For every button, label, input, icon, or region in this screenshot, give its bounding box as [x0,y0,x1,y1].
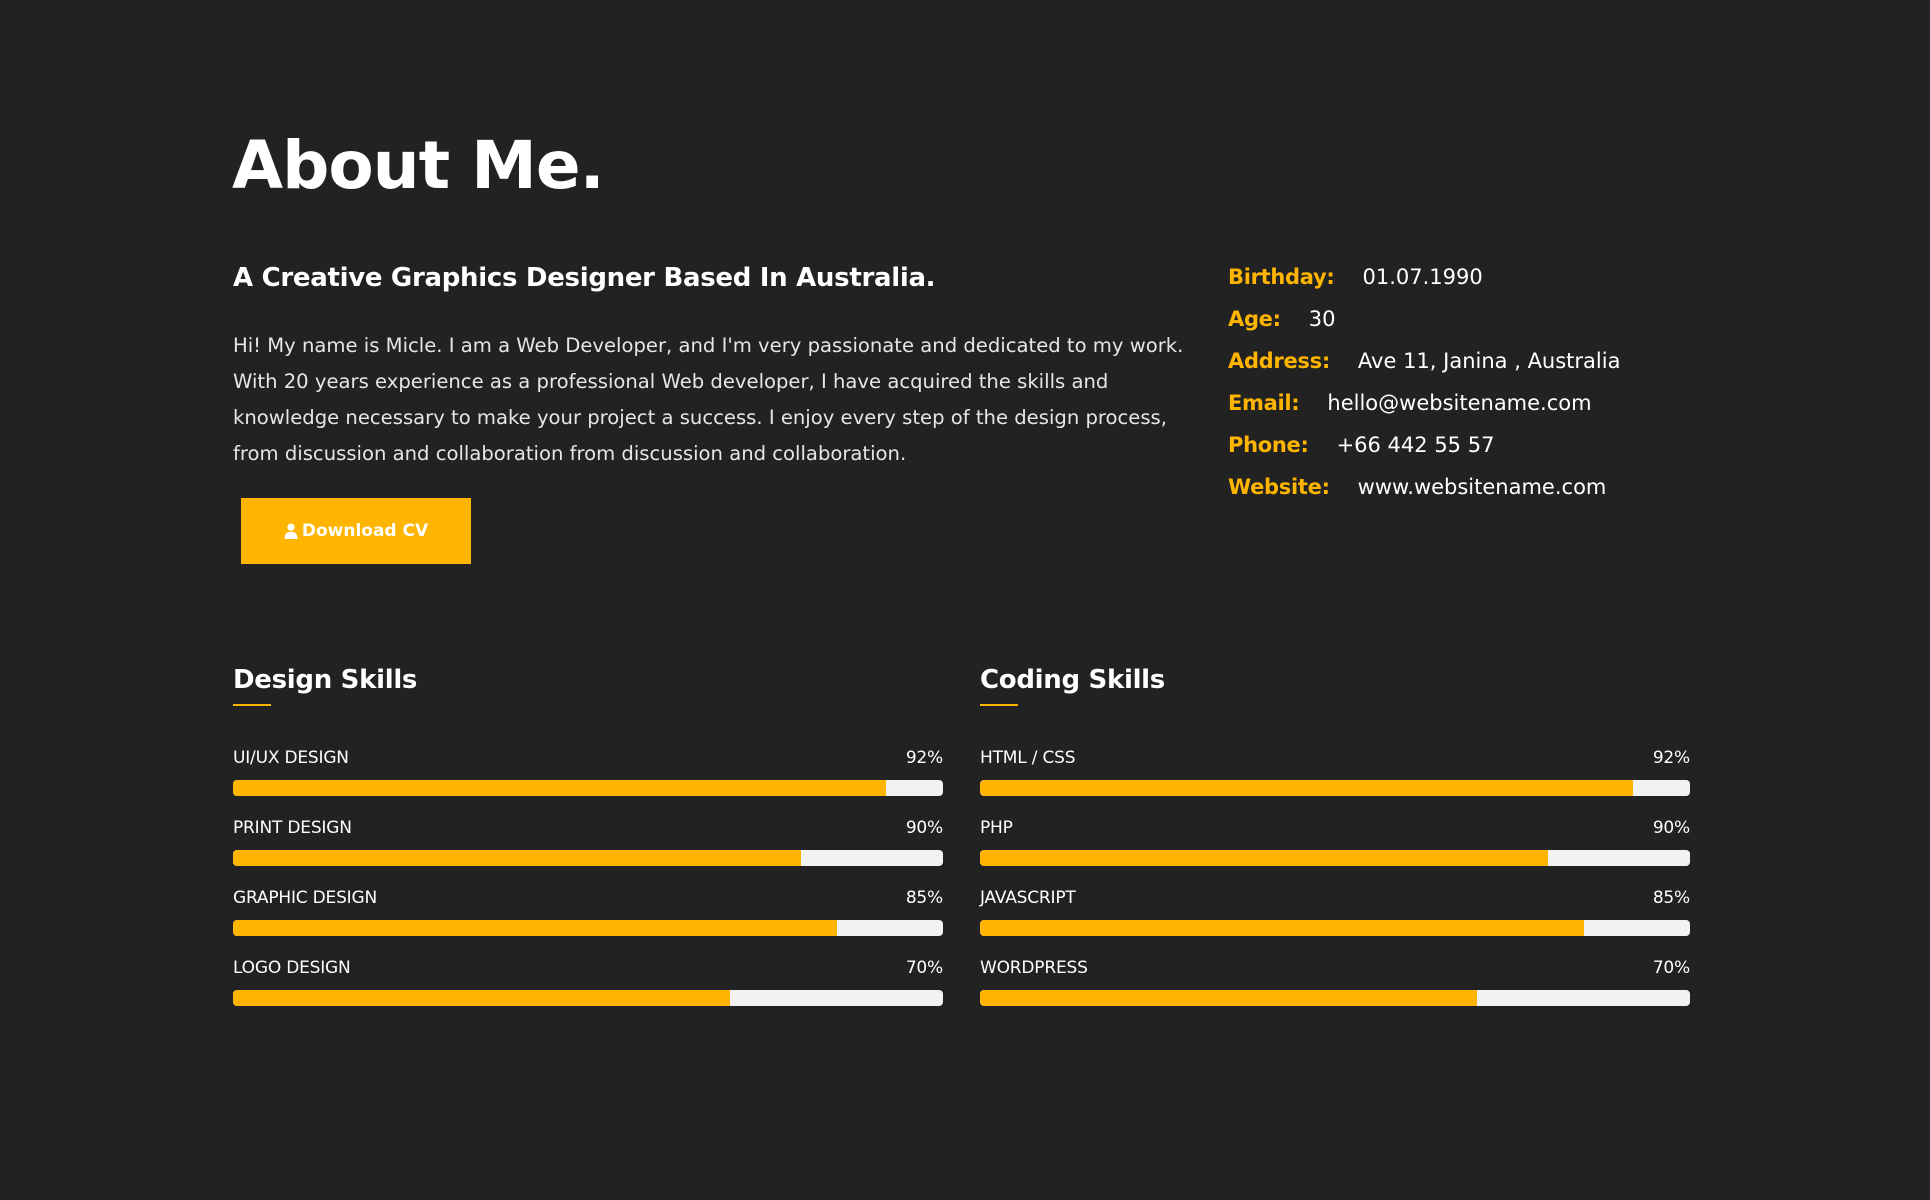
info-value: Ave 11, Janina , Australia [1357,349,1621,373]
info-label: Birthday: [1228,265,1335,289]
skill-progress-fill [233,990,730,1006]
skill-percent: 92% [905,748,943,768]
skill-percent: 70% [905,958,943,978]
design-skill-list: UI/UX DESIGN 92% PRINT DESIGN 90% GRAPHI… [233,746,943,1026]
skill-item: WORDPRESS 70% [980,956,1690,1026]
page-title: About Me. [232,127,605,204]
info-value: 01.07.1990 [1362,265,1483,289]
skill-progress-track [980,920,1690,936]
skill-progress-fill [980,920,1584,936]
skill-progress-track [233,990,943,1006]
skill-percent: 85% [1652,888,1690,908]
skill-item: UI/UX DESIGN 92% [233,746,943,816]
intro-text: Hi! My name is Micle. I am a Web Develop… [233,334,1184,465]
skill-item: JAVASCRIPT 85% [980,886,1690,956]
info-label: Website: [1228,475,1330,499]
intro-section: A Creative Graphics Designer Based In Au… [233,258,1193,472]
skill-progress-track [980,990,1690,1006]
user-icon [284,523,298,539]
skill-item: LOGO DESIGN 70% [233,956,943,1026]
download-cv-label: Download CV [301,521,429,541]
skill-progress-fill [980,780,1634,796]
skill-percent: 70% [1652,958,1690,978]
download-cv-button[interactable]: Download CV [241,498,471,564]
skill-progress-fill [233,780,887,796]
info-label: Age: [1228,307,1281,331]
info-value: www.websitename.com [1357,475,1607,499]
coding-skill-list: HTML / CSS 92% PHP 90% JAVASCRIPT 85% WO… [980,746,1690,1026]
skill-name: GRAPHIC DESIGN [233,888,377,908]
intro-heading: A Creative Graphics Designer Based In Au… [233,263,936,293]
info-row-address: Address: Ave 11, Janina , Australia [1228,340,1788,382]
title-underline [233,704,271,706]
info-row-website: Website: www.websitename.com [1228,466,1788,508]
info-label: Address: [1228,349,1330,373]
design-skills-section: Design Skills UI/UX DESIGN 92% PRINT DES… [233,660,943,1026]
info-value: 30 [1308,307,1336,331]
skill-name: HTML / CSS [980,748,1076,768]
skill-percent: 90% [905,818,943,838]
info-row-phone: Phone: +66 442 55 57 [1228,424,1788,466]
skill-percent: 90% [1652,818,1690,838]
coding-skills-title: Coding Skills [980,665,1165,695]
skill-progress-track [233,920,943,936]
skill-item: PHP 90% [980,816,1690,886]
info-label: Phone: [1228,433,1309,457]
skill-progress-track [233,850,943,866]
skill-progress-fill [980,850,1548,866]
skill-item: GRAPHIC DESIGN 85% [233,886,943,956]
skill-percent: 85% [905,888,943,908]
title-underline [980,704,1018,706]
skill-progress-fill [233,850,801,866]
skill-name: JAVASCRIPT [980,888,1076,908]
info-value: hello@websitename.com [1327,391,1592,415]
skill-progress-track [980,850,1690,866]
info-row-birthday: Birthday: 01.07.1990 [1228,256,1788,298]
info-row-age: Age: 30 [1228,298,1788,340]
skill-name: WORDPRESS [980,958,1088,978]
skill-item: PRINT DESIGN 90% [233,816,943,886]
skill-progress-track [233,780,943,796]
design-skills-title: Design Skills [233,665,418,695]
skill-name: UI/UX DESIGN [233,748,349,768]
personal-info-list: Birthday: 01.07.1990 Age: 30 Address: Av… [1228,256,1788,508]
info-row-email: Email: hello@websitename.com [1228,382,1788,424]
skill-progress-fill [233,920,837,936]
skill-progress-track [980,780,1690,796]
info-value: +66 442 55 57 [1336,433,1495,457]
skill-name: PHP [980,818,1013,838]
coding-skills-section: Coding Skills HTML / CSS 92% PHP 90% JAV… [980,660,1690,1026]
skill-progress-fill [980,990,1477,1006]
skill-name: LOGO DESIGN [233,958,351,978]
info-label: Email: [1228,391,1300,415]
skill-name: PRINT DESIGN [233,818,352,838]
skill-percent: 92% [1652,748,1690,768]
skill-item: HTML / CSS 92% [980,746,1690,816]
